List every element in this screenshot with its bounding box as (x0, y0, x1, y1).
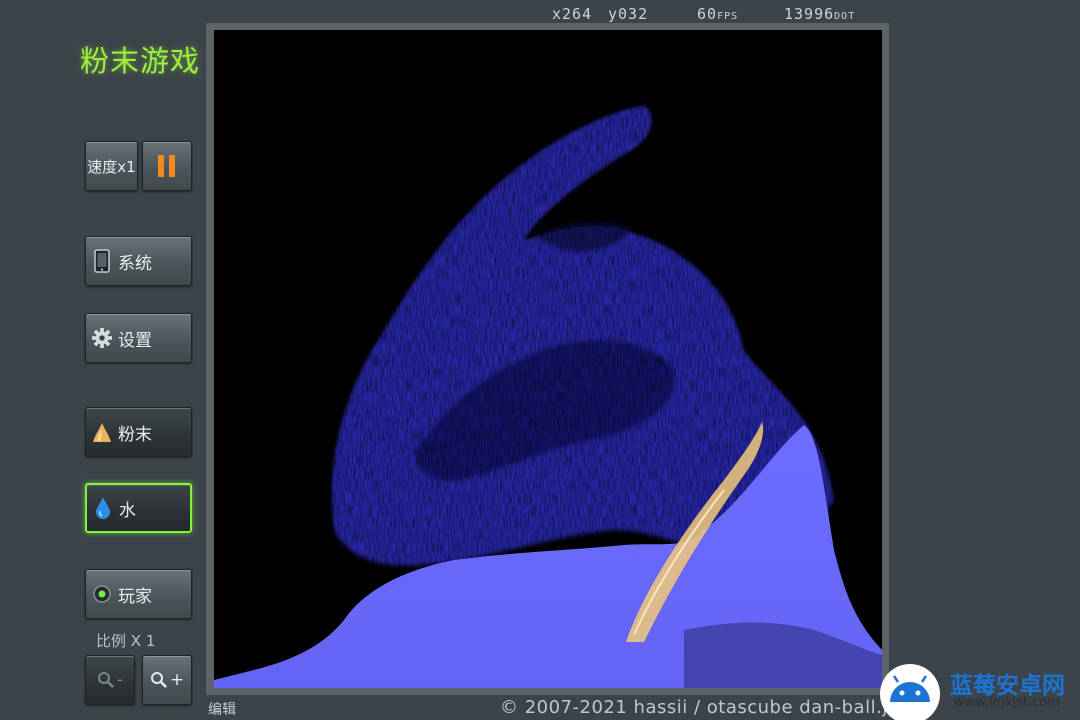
dot-unit: DOT (834, 11, 856, 22)
player-label: 玩家 (118, 586, 152, 607)
settings-button[interactable]: 设置 (85, 313, 192, 363)
fps-value: 60 (697, 5, 718, 23)
fps-unit: FPS (717, 11, 739, 22)
scale-label: 比例 X 1 (96, 632, 156, 650)
system-button[interactable]: 系统 (85, 236, 192, 286)
app-title: 粉末游戏 (80, 44, 201, 78)
player-button[interactable]: 玩家 (85, 569, 192, 619)
cursor-x: x264 (552, 5, 593, 23)
edit-label[interactable]: 编辑 (208, 699, 236, 719)
zoom-out-button[interactable]: - (85, 655, 135, 705)
zoom-out-label: - (116, 670, 124, 690)
player-icon (92, 581, 112, 607)
powder-button[interactable]: 粉末 (85, 407, 192, 457)
dot-count: 13996 (784, 5, 835, 23)
zoom-in-label: + (169, 670, 185, 690)
zoom-in-button[interactable]: + (142, 655, 192, 705)
water-simulation-graphic (214, 30, 882, 688)
water-label: 水 (119, 500, 136, 521)
copyright-text: © 2007-2021 hassii / otascube dan-ball.j… (500, 697, 900, 718)
speed-button[interactable]: 速度x1 (85, 141, 138, 191)
water-button[interactable]: 水 (85, 483, 192, 533)
settings-label: 设置 (118, 330, 152, 351)
simulation-canvas[interactable] (214, 30, 882, 688)
gear-icon (92, 325, 112, 351)
pause-button[interactable] (142, 141, 192, 191)
pause-icon (158, 155, 175, 177)
powder-label: 粉末 (118, 424, 152, 445)
magnifier-icon (150, 672, 167, 688)
watermark-url: www.lmkjst.com (954, 695, 1061, 710)
powder-pile-icon (92, 419, 112, 445)
water-drop-icon (93, 495, 113, 521)
cursor-y: y032 (608, 5, 649, 23)
magnifier-icon (97, 672, 114, 688)
speed-label: 速度x1 (87, 157, 136, 176)
android-robot-icon (880, 664, 940, 720)
system-label: 系统 (118, 253, 152, 274)
phone-icon (92, 248, 112, 274)
watermark: 蓝莓安卓网 www.lmkjst.com (876, 662, 1080, 720)
